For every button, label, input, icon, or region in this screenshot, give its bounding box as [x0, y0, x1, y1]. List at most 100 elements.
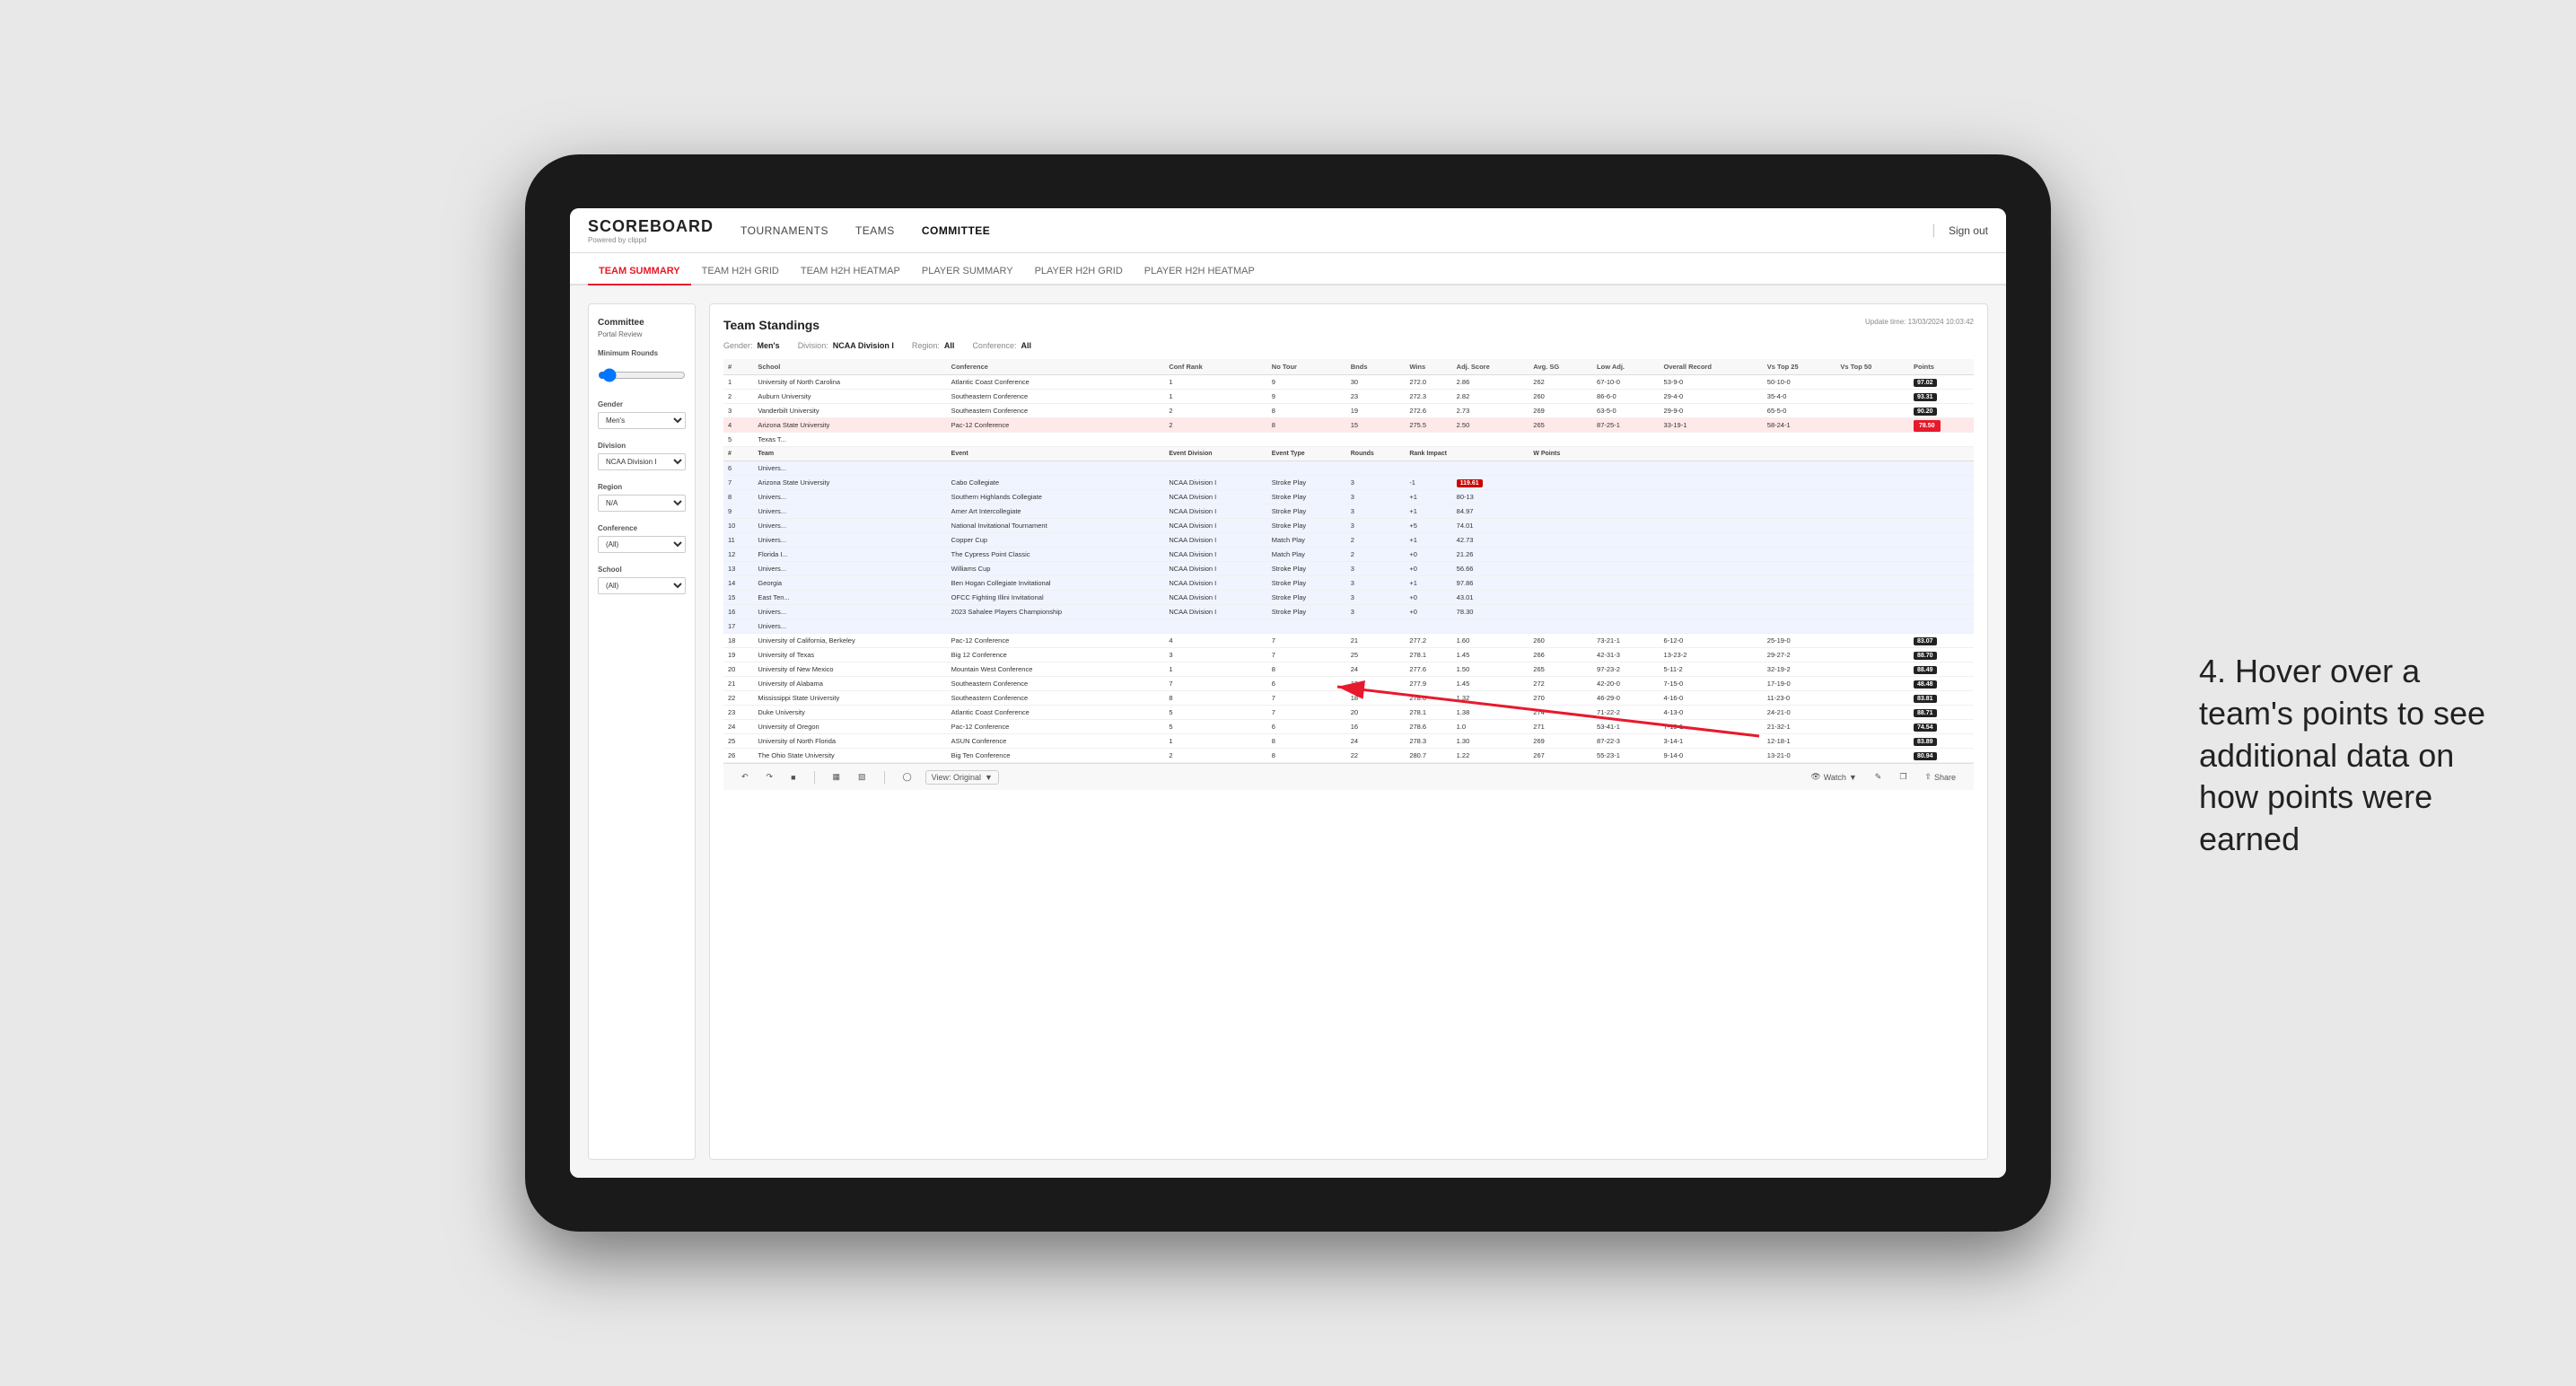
cell-event: Williams Cup [947, 562, 1165, 576]
cell-tours: 8 [1267, 734, 1346, 749]
cell-avg-score: 1.22 [1452, 749, 1529, 763]
cell-points[interactable]: 88.71 [1909, 706, 1974, 720]
cell-avg-score: 1.0 [1452, 720, 1529, 734]
cell-school: University of California, Berkeley [753, 634, 946, 648]
cell-vstop50 [1836, 375, 1909, 390]
gender-select[interactable]: Men's [598, 412, 686, 429]
min-rounds-input[interactable] [598, 364, 686, 386]
cell-wins: 278.6 [1405, 691, 1451, 706]
table-row: 23 Duke University Atlantic Coast Confer… [723, 706, 1974, 720]
filter-region-label: Region: [912, 341, 940, 350]
cell-rank: 18 [723, 634, 753, 648]
tablet-screen: SCOREBOARD Powered by clippd TOURNAMENTS… [570, 208, 2006, 1178]
cell-avg-score: 1.30 [1452, 734, 1529, 749]
cell-w-points: 119.61 [1452, 476, 1974, 490]
cell-points[interactable]: 74.54 [1909, 720, 1974, 734]
stop-button[interactable]: ■ [786, 770, 800, 785]
cell-event: Amer Art Intercollegiate [947, 504, 1165, 519]
cell-avg-score: 2.73 [1452, 404, 1529, 418]
sidebar-gender-label: Gender [598, 400, 686, 408]
cell-points[interactable]: 90.20 [1909, 404, 1974, 418]
cell-low: 67-10-0 [1592, 375, 1660, 390]
cell-vstop50 [1836, 418, 1909, 433]
tab-team-h2h-heatmap[interactable]: TEAM H2H HEATMAP [790, 259, 911, 285]
fullscreen-button[interactable]: ❐ [1895, 769, 1911, 785]
tab-player-h2h-grid[interactable]: PLAYER H2H GRID [1024, 259, 1134, 285]
cell-rank: 3 [723, 404, 753, 418]
sign-out-button[interactable]: Sign out [1949, 224, 1988, 237]
timer-button[interactable]: ◯ [898, 769, 916, 785]
cell-points[interactable]: 97.02 [1909, 375, 1974, 390]
cell-rank: 19 [723, 648, 753, 662]
cell-overall: 53-9-0 [1660, 375, 1763, 390]
table-row: 8 Univers... Southern Highlands Collegia… [723, 490, 1974, 504]
table-row-highlighted: 4 Arizona State University Pac-12 Confer… [723, 418, 1974, 433]
cell-vstop25: 50-10-0 [1763, 375, 1836, 390]
cell-points[interactable]: 48.48 [1909, 677, 1974, 691]
cell-points[interactable]: 93.31 [1909, 390, 1974, 404]
tab-team-h2h-grid[interactable]: TEAM H2H GRID [691, 259, 790, 285]
cell-points[interactable]: 83.81 [1909, 691, 1974, 706]
table-row: 18 University of California, Berkeley Pa… [723, 634, 1974, 648]
nav-committee[interactable]: COMMITTEE [922, 224, 991, 237]
cell-team: Arizona State University [753, 476, 946, 490]
sidebar-gender: Gender Men's [598, 400, 686, 429]
cell-rounds: 3 [1346, 576, 1406, 591]
tab-player-h2h-heatmap[interactable]: PLAYER H2H HEATMAP [1134, 259, 1266, 285]
cell-team: Univers... [753, 533, 946, 548]
nav-teams[interactable]: TEAMS [855, 224, 895, 237]
redo-button[interactable]: ↷ [762, 769, 778, 785]
cell-points[interactable]: 83.07 [1909, 634, 1974, 648]
cell-points[interactable]: 83.89 [1909, 734, 1974, 749]
watch-button[interactable]: 👁 Watch ▼ [1806, 769, 1862, 785]
cell-vstop25: 17-19-0 [1763, 677, 1836, 691]
table-row: 11 Univers... Copper Cup NCAA Division I… [723, 533, 1974, 548]
cell-conf-rank: 1 [1164, 662, 1266, 677]
cell-points[interactable]: 88.70 [1909, 648, 1974, 662]
cell-school: Duke University [753, 706, 946, 720]
cell-points[interactable]: 88.49 [1909, 662, 1974, 677]
cell-points[interactable]: 80.94 [1909, 749, 1974, 763]
cell-conf: Southeastern Conference [947, 404, 1165, 418]
cell-rank-impact: +5 [1405, 519, 1451, 533]
cell-conf: Mountain West Conference [947, 662, 1165, 677]
division-select[interactable]: NCAA Division I [598, 453, 686, 470]
conference-select[interactable]: (All) [598, 536, 686, 553]
school-select[interactable]: (All) [598, 577, 686, 594]
cell-points[interactable]: 78.50 [1909, 418, 1974, 433]
cell-rounds: 3 [1346, 591, 1406, 605]
cell-vstop50 [1836, 662, 1909, 677]
cell-tours: 9 [1267, 375, 1346, 390]
nav-tournaments[interactable]: TOURNAMENTS [740, 224, 828, 237]
cell-adj-score: 269 [1529, 404, 1592, 418]
cell-avg-score: 1.50 [1452, 662, 1529, 677]
cell-overall: 6-12-0 [1660, 634, 1763, 648]
copy-button[interactable]: ▦ [828, 769, 846, 785]
tab-team-summary[interactable]: TEAM SUMMARY [588, 259, 691, 285]
top-navigation: SCOREBOARD Powered by clippd TOURNAMENTS… [570, 208, 2006, 253]
cell-w-points: 97.86 [1452, 576, 1974, 591]
table-row: 9 Univers... Amer Art Intercollegiate NC… [723, 504, 1974, 519]
cell-wins: 275.5 [1405, 418, 1451, 433]
toolbar-right: 👁 Watch ▼ ✎ ❐ ⇧ Share [1806, 769, 1960, 785]
cell-tours: 8 [1267, 404, 1346, 418]
sidebar-conference-label: Conference [598, 524, 686, 532]
filter-division-value: NCAA Division I [833, 341, 894, 350]
view-selector[interactable]: View: Original ▼ [925, 770, 999, 785]
region-select[interactable]: N/A [598, 495, 686, 512]
undo-button[interactable]: ↶ [737, 769, 753, 785]
cell-conf-rank: 1 [1164, 375, 1266, 390]
cell-wins: 272.3 [1405, 390, 1451, 404]
share-button[interactable]: ⇧ Share [1920, 769, 1960, 785]
cell-rank-impact: -1 [1405, 476, 1451, 490]
tab-player-summary[interactable]: PLAYER SUMMARY [911, 259, 1024, 285]
comment-button[interactable]: ✎ [1871, 769, 1887, 785]
cell-empty [947, 433, 1974, 447]
cell-bnds: 20 [1346, 706, 1406, 720]
cell-school: The Ohio State University [753, 749, 946, 763]
paste-button[interactable]: ▧ [854, 769, 871, 785]
cell-vstop25: 24-21-0 [1763, 706, 1836, 720]
cell-conf-rank: 5 [1164, 720, 1266, 734]
filter-gender: Gender: Men's [723, 341, 780, 350]
cell-tours: 6 [1267, 720, 1346, 734]
